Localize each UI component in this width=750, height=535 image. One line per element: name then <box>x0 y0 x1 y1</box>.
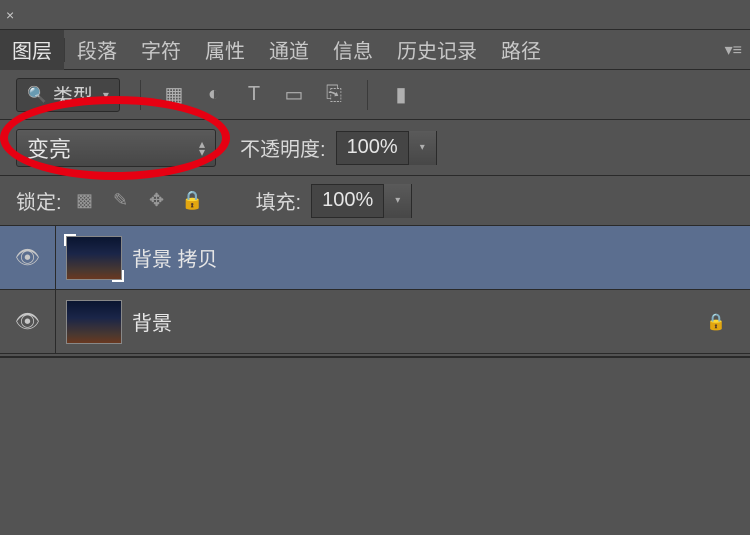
filter-adjustment-icon[interactable]: ◐ <box>201 82 227 108</box>
lock-label: 锁定: <box>16 186 62 215</box>
layer-name[interactable]: 背景 拷贝 <box>132 243 750 272</box>
layer-row[interactable]: 👁 背景 🔒 <box>0 290 750 354</box>
panel-tabs: 图层 段落 字符 属性 通道 信息 历史记录 路径 ▾≡ <box>0 30 750 70</box>
filter-type-label: 类型 <box>53 80 93 109</box>
filter-shape-icon[interactable]: ▭ <box>281 82 307 108</box>
tab-paragraph[interactable]: 段落 <box>65 30 129 70</box>
fill-label: 填充: <box>256 186 302 215</box>
filter-type-dropdown[interactable]: 🔍 类型 ▾ <box>16 78 120 112</box>
chevron-down-icon[interactable]: ▾ <box>383 184 411 218</box>
tab-character[interactable]: 字符 <box>129 30 193 70</box>
lock-position-icon[interactable]: ✥ <box>144 188 170 214</box>
panel-menu-icon[interactable]: ▾≡ <box>725 40 742 60</box>
layer-thumbnail[interactable] <box>66 300 122 344</box>
close-icon[interactable]: × <box>6 7 14 23</box>
lock-all-icon[interactable]: 🔒 <box>180 188 206 214</box>
tab-layers[interactable]: 图层 <box>0 30 64 70</box>
tab-info[interactable]: 信息 <box>321 30 385 70</box>
divider <box>140 80 141 110</box>
blend-opacity-row: 变亮 ▴▾ 不透明度: 100% ▾ <box>0 120 750 176</box>
layer-row[interactable]: 👁 背景 拷贝 <box>0 226 750 290</box>
tab-paths[interactable]: 路径 <box>489 30 553 70</box>
tab-channels[interactable]: 通道 <box>257 30 321 70</box>
visibility-toggle[interactable]: 👁 <box>0 226 56 289</box>
opacity-input[interactable]: 100% ▾ <box>336 131 437 165</box>
eye-icon: 👁 <box>15 309 40 334</box>
tab-properties[interactable]: 属性 <box>193 30 257 70</box>
divider <box>0 356 750 358</box>
layers-list: 👁 背景 拷贝 👁 背景 🔒 <box>0 226 750 354</box>
blend-mode-dropdown[interactable]: 变亮 ▴▾ <box>16 129 216 167</box>
eye-icon: 👁 <box>15 245 40 270</box>
filter-type-icon[interactable]: T <box>241 82 267 108</box>
search-icon: 🔍 <box>27 85 47 105</box>
layer-thumbnail[interactable] <box>66 236 122 280</box>
layer-filter-bar: 🔍 类型 ▾ ▦ ◐ T ▭ ⎘ ▮ <box>0 70 750 120</box>
filter-toggle-icon[interactable]: ▮ <box>388 82 414 108</box>
filter-pixel-icon[interactable]: ▦ <box>161 82 187 108</box>
fill-input[interactable]: 100% ▾ <box>311 184 412 218</box>
chevron-down-icon: ▾ <box>103 88 109 102</box>
layer-name[interactable]: 背景 <box>132 307 702 336</box>
filter-smartobject-icon[interactable]: ⎘ <box>321 82 347 108</box>
lock-transparency-icon[interactable]: ▩ <box>72 188 98 214</box>
fill-value: 100% <box>312 189 383 212</box>
lock-icon: 🔒 <box>702 308 730 336</box>
updown-icon: ▴▾ <box>199 140 205 156</box>
blend-mode-value: 变亮 <box>27 132 71 164</box>
lock-fill-row: 锁定: ▩ ✎ ✥ 🔒 填充: 100% ▾ <box>0 176 750 226</box>
chevron-down-icon[interactable]: ▾ <box>408 131 436 165</box>
visibility-toggle[interactable]: 👁 <box>0 290 56 353</box>
tab-history[interactable]: 历史记录 <box>385 30 489 70</box>
opacity-value: 100% <box>337 136 408 159</box>
opacity-label: 不透明度: <box>240 133 326 162</box>
divider <box>367 80 368 110</box>
lock-pixels-icon[interactable]: ✎ <box>108 188 134 214</box>
